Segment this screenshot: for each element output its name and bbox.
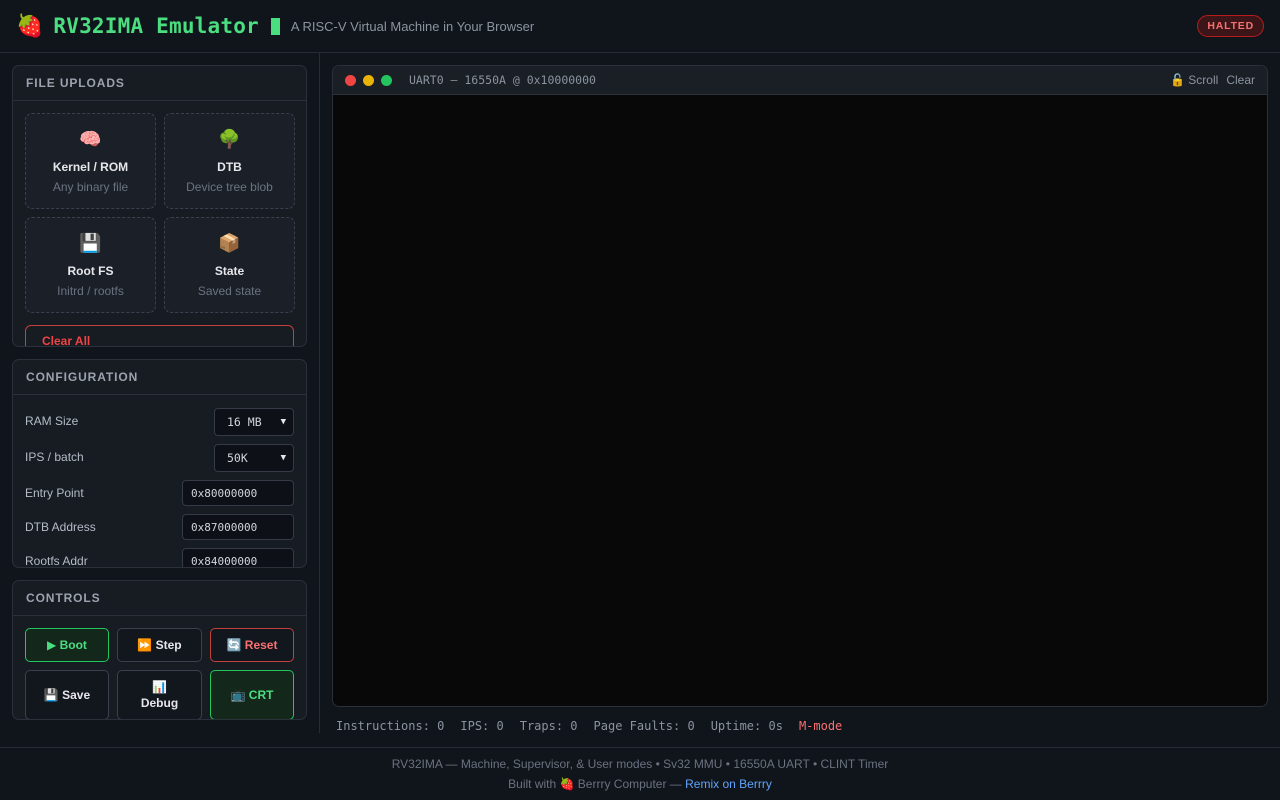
ips-select[interactable]: 50K ▼ bbox=[214, 444, 294, 472]
clear-all-button[interactable]: Clear All bbox=[25, 325, 294, 346]
debug-label: Debug bbox=[140, 696, 179, 710]
rootfs-addr-label: Rootfs Addr bbox=[25, 554, 88, 568]
app-header: 🍓 RV32IMA Emulator A RISC-V Virtual Mach… bbox=[0, 0, 1280, 53]
rootfs-addr-input[interactable]: 0x84000000 bbox=[182, 548, 294, 567]
reset-button[interactable]: 🔄 Reset bbox=[210, 628, 294, 662]
scroll-lock-button[interactable]: 🔓 Scroll bbox=[1170, 73, 1218, 87]
upload-card-desc: Saved state bbox=[197, 284, 262, 298]
brain-icon: 🧠 bbox=[79, 129, 102, 149]
app-subtitle: A RISC-V Virtual Machine in Your Browser bbox=[290, 18, 535, 34]
status-badge: HALTED bbox=[1197, 15, 1264, 37]
upload-card-title: DTB bbox=[217, 160, 242, 174]
footer: RV32IMA — Machine, Supervisor, & User mo… bbox=[0, 747, 1280, 800]
dtb-address-row: DTB Address 0x87000000 bbox=[25, 514, 294, 542]
upload-card-desc: Initrd / rootfs bbox=[57, 284, 124, 298]
debug-button[interactable]: 📊 Debug bbox=[117, 670, 202, 719]
ips-count: IPS: 0 bbox=[460, 719, 504, 733]
instructions-count: Instructions: 0 bbox=[336, 719, 445, 733]
uptime: Uptime: 0s bbox=[710, 719, 783, 733]
minimize-dot-icon bbox=[363, 75, 374, 86]
file-uploads-heading: FILE UPLOADS bbox=[13, 66, 306, 101]
controls-heading: CONTROLS bbox=[13, 581, 306, 616]
entry-point-row: Entry Point 0x80000000 bbox=[25, 480, 294, 508]
close-dot-icon bbox=[345, 75, 356, 86]
file-uploads-panel: FILE UPLOADS 🧠 Kernel / ROM Any binary f… bbox=[12, 65, 307, 347]
traps-count: Traps: 0 bbox=[519, 719, 578, 733]
terminal-title-bar: UART0 — 16550A @ 0x10000000 🔓 Scroll Cle… bbox=[333, 66, 1267, 95]
clear-terminal-button[interactable]: Clear bbox=[1226, 73, 1255, 87]
ram-size-row: RAM Size 16 MB ▼ bbox=[25, 408, 294, 436]
configuration-heading: CONFIGURATION bbox=[13, 360, 306, 395]
ips-row: IPS / batch 50K ▼ bbox=[25, 444, 294, 472]
dtb-upload-card[interactable]: 🌳 DTB Device tree blob bbox=[164, 113, 295, 209]
sidebar: FILE UPLOADS 🧠 Kernel / ROM Any binary f… bbox=[0, 53, 320, 733]
app-title: RV32IMA Emulator bbox=[53, 14, 259, 38]
stats-bar: Instructions: 0 IPS: 0 Traps: 0 Page Fau… bbox=[336, 719, 842, 735]
entry-point-label: Entry Point bbox=[25, 486, 84, 500]
upload-card-desc: Device tree blob bbox=[186, 180, 273, 194]
rootfs-upload-card[interactable]: 💾 Root FS Initrd / rootfs bbox=[25, 217, 156, 313]
ips-value: 50K bbox=[227, 451, 248, 465]
package-icon: 📦 bbox=[218, 233, 241, 253]
dtb-address-input[interactable]: 0x87000000 bbox=[182, 514, 294, 540]
page-faults-count: Page Faults: 0 bbox=[593, 719, 695, 733]
footer-features: RV32IMA — Machine, Supervisor, & User mo… bbox=[391, 757, 889, 771]
ram-size-select[interactable]: 16 MB ▼ bbox=[214, 408, 294, 436]
cpu-mode: M-mode bbox=[798, 719, 843, 733]
upload-card-desc: Any binary file bbox=[52, 180, 129, 194]
upload-card-title: Kernel / ROM bbox=[52, 160, 129, 174]
save-button[interactable]: 💾 Save bbox=[25, 670, 109, 719]
configuration-panel: CONFIGURATION RAM Size 16 MB ▼ IPS / bat… bbox=[12, 359, 307, 568]
rootfs-addr-row: Rootfs Addr 0x84000000 bbox=[25, 548, 294, 568]
step-button[interactable]: ⏩ Step bbox=[117, 628, 202, 662]
entry-point-input[interactable]: 0x80000000 bbox=[182, 480, 294, 506]
ram-size-value: 16 MB bbox=[227, 415, 262, 429]
built-with-text: Built with 🍓 Berrry Computer — bbox=[508, 777, 686, 791]
chevron-down-icon: ▼ bbox=[280, 453, 286, 463]
ram-size-label: RAM Size bbox=[25, 414, 79, 428]
chart-icon: 📊 bbox=[152, 679, 167, 694]
dtb-address-label: DTB Address bbox=[25, 520, 96, 534]
crt-button[interactable]: 📺 CRT bbox=[210, 670, 294, 719]
remix-link[interactable]: Remix on Berrry bbox=[685, 777, 772, 791]
terminal-actions: 🔓 Scroll Clear bbox=[1170, 73, 1255, 87]
kernel-upload-card[interactable]: 🧠 Kernel / ROM Any binary file bbox=[25, 113, 156, 209]
footer-credits: Built with 🍓 Berrry Computer — Remix on … bbox=[0, 777, 1280, 791]
cursor-block-icon bbox=[270, 17, 280, 35]
upload-card-title: State bbox=[214, 264, 245, 278]
ips-label: IPS / batch bbox=[25, 450, 84, 464]
chevron-down-icon: ▼ bbox=[280, 417, 286, 427]
terminal-title: UART0 — 16550A @ 0x10000000 bbox=[409, 73, 596, 87]
upload-card-title: Root FS bbox=[67, 264, 114, 278]
terminal-output[interactable] bbox=[333, 95, 1267, 706]
floppy-disk-icon: 💾 bbox=[79, 233, 102, 253]
strawberry-logo-icon: 🍓 bbox=[16, 13, 44, 38]
boot-button[interactable]: ▶ Boot bbox=[25, 628, 109, 662]
maximize-dot-icon bbox=[381, 75, 392, 86]
state-upload-card[interactable]: 📦 State Saved state bbox=[164, 217, 295, 313]
tree-icon: 🌳 bbox=[218, 129, 241, 149]
uart-terminal[interactable]: UART0 — 16550A @ 0x10000000 🔓 Scroll Cle… bbox=[332, 65, 1268, 707]
controls-panel: CONTROLS ▶ Boot ⏩ Step 🔄 Reset 💾 Save 📊 … bbox=[12, 580, 307, 720]
